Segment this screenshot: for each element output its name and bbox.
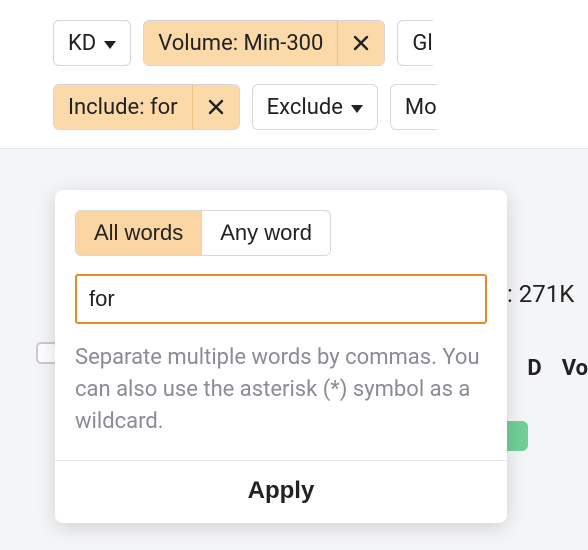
kd-filter-label: KD bbox=[68, 31, 96, 56]
table-header: D Vo bbox=[527, 356, 588, 381]
volume-filter-remove[interactable] bbox=[337, 21, 384, 65]
kd-filter[interactable]: KD bbox=[53, 20, 131, 66]
filter-bar: KD Volume: Min-300 Gl Include: for bbox=[0, 0, 588, 149]
column-volume: Vo bbox=[562, 356, 588, 381]
more-filters[interactable]: Mo bbox=[390, 84, 437, 130]
global-filter-label: Gl bbox=[412, 31, 432, 56]
include-filter-remove[interactable] bbox=[192, 85, 239, 129]
include-filter-label: Include: for bbox=[68, 95, 178, 120]
more-filters-label: Mo bbox=[405, 95, 437, 120]
apply-bar: Apply bbox=[55, 460, 507, 523]
exclude-filter-label: Exclude bbox=[267, 95, 343, 120]
chevron-down-icon bbox=[104, 41, 116, 49]
apply-button[interactable]: Apply bbox=[248, 477, 315, 505]
include-help-text: Separate multiple words by commas. You c… bbox=[75, 342, 487, 438]
filter-row-1: KD Volume: Min-300 Gl bbox=[17, 20, 571, 66]
total-volume-value: : 271K bbox=[507, 280, 574, 308]
match-mode-segmented: All words Any word bbox=[75, 210, 331, 256]
include-filter[interactable]: Include: for bbox=[53, 84, 240, 130]
exclude-filter[interactable]: Exclude bbox=[252, 84, 378, 130]
global-filter[interactable]: Gl bbox=[397, 20, 432, 66]
chevron-down-icon bbox=[351, 105, 363, 113]
tab-all-words[interactable]: All words bbox=[76, 211, 201, 255]
filter-row-2: Include: for Exclude Mo bbox=[17, 84, 571, 130]
tab-any-word[interactable]: Any word bbox=[201, 211, 330, 255]
volume-filter[interactable]: Volume: Min-300 bbox=[143, 20, 385, 66]
include-words-input[interactable] bbox=[75, 274, 487, 324]
volume-filter-label: Volume: Min-300 bbox=[158, 31, 323, 56]
include-popover: All words Any word Separate multiple wor… bbox=[55, 190, 507, 523]
column-kd: D bbox=[527, 356, 541, 381]
